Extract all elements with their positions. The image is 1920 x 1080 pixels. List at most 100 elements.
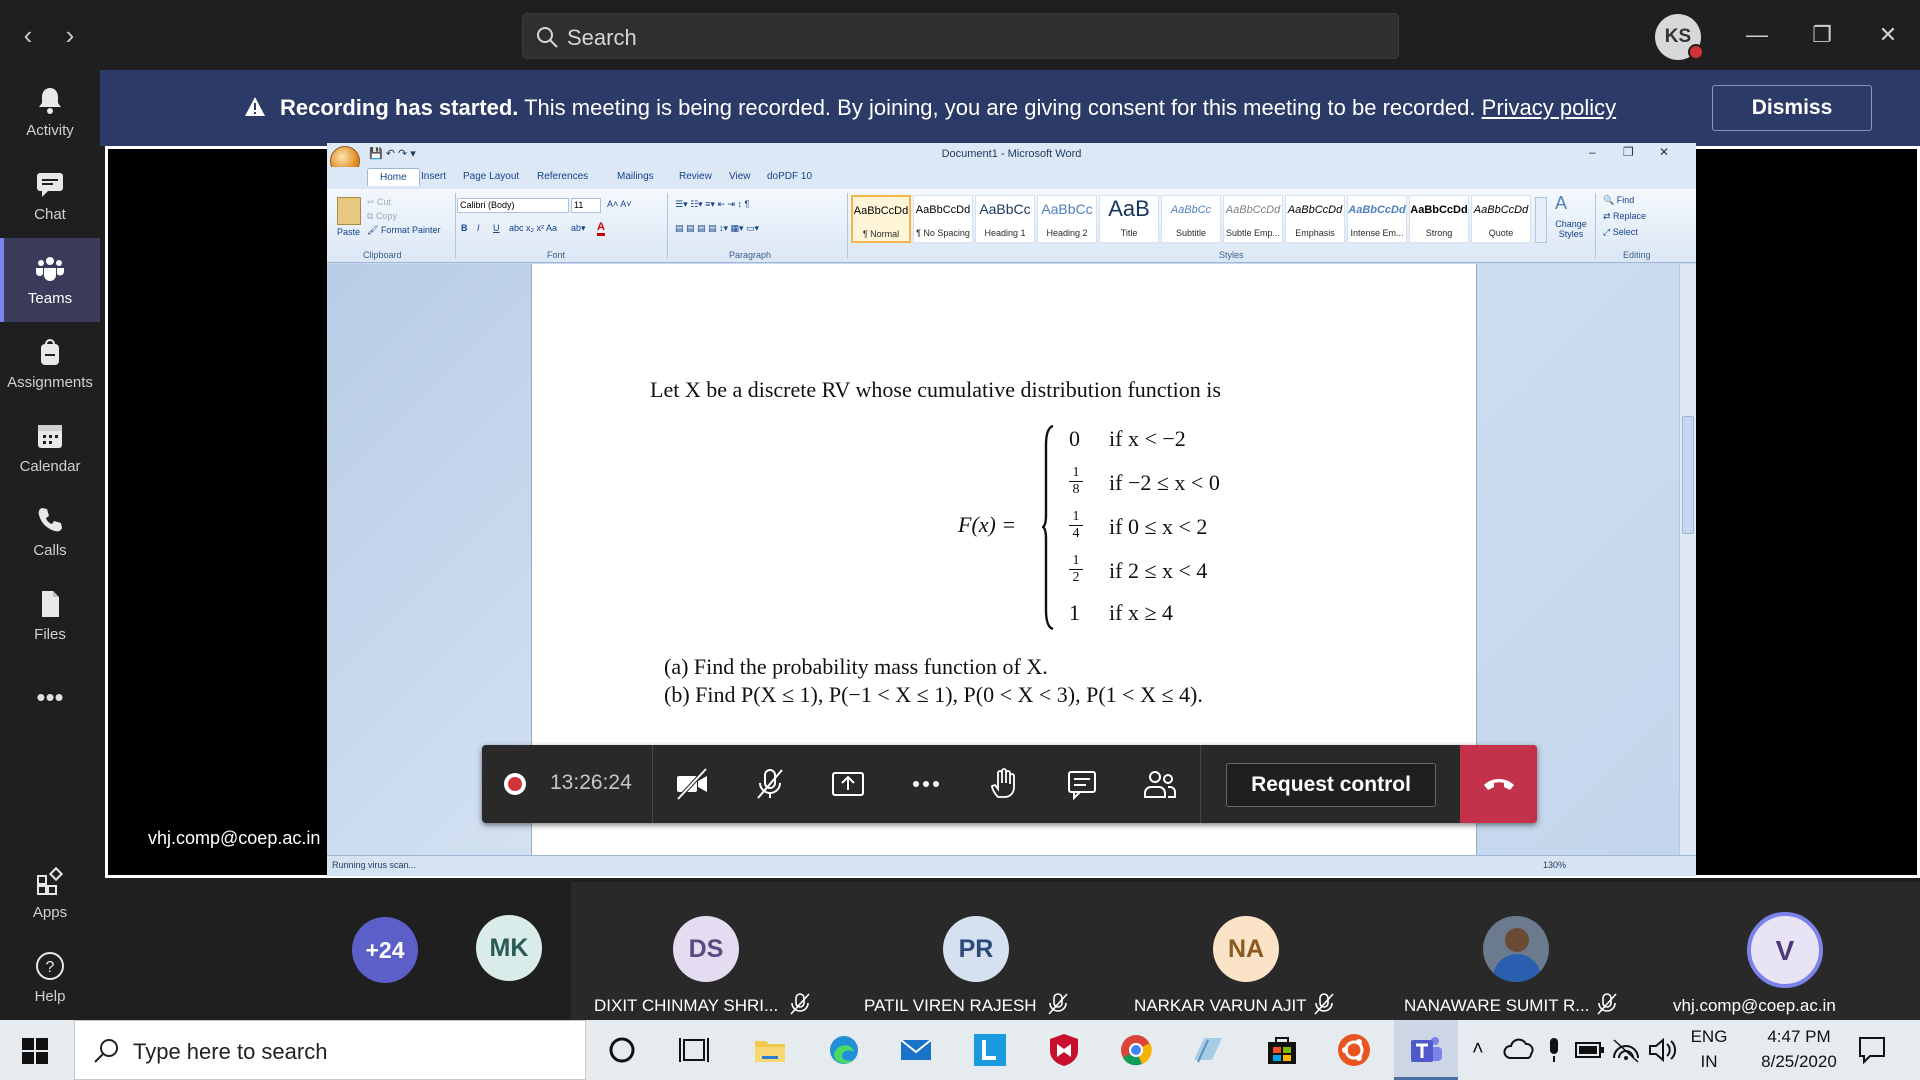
rail-item-apps[interactable]: Apps — [0, 852, 100, 936]
microphone-tray-icon[interactable] — [1536, 1032, 1572, 1068]
highlight-button[interactable]: ab▾ — [571, 223, 586, 234]
style-quote[interactable]: AaBbCcDd Quote — [1471, 195, 1531, 243]
privacy-policy-link[interactable]: Privacy policy — [1482, 95, 1616, 120]
back-arrow-icon[interactable]: ‹ — [16, 22, 40, 48]
style-normal[interactable]: AaBbCcDd ¶ Normal — [851, 195, 911, 243]
underline-button[interactable]: U — [493, 223, 500, 233]
participant-tile-self[interactable]: V vhj.comp@coep.ac.in — [1651, 882, 1920, 1020]
style-no-spacing[interactable]: AaBbCcDd ¶ No Spacing — [913, 195, 973, 243]
word-minimize-icon[interactable]: – — [1589, 145, 1596, 159]
select-button[interactable]: ⤢ Select — [1603, 227, 1638, 238]
more-apps-button[interactable]: ••• — [0, 658, 100, 742]
quick-access-toolbar[interactable]: 💾 ↶ ↷ ▾ — [369, 147, 416, 160]
font-size-select[interactable]: 11 — [571, 198, 601, 213]
minimize-icon[interactable]: — — [1739, 18, 1775, 52]
launcher-l-icon[interactable] — [972, 1032, 1008, 1068]
rail-item-activity[interactable]: Activity — [0, 70, 100, 154]
ubuntu-icon[interactable] — [1336, 1032, 1372, 1068]
participant-tile[interactable]: NA NARKAR VARUN AJIT — [1111, 882, 1381, 1020]
share-screen-icon[interactable] — [830, 767, 866, 801]
overflow-participants[interactable]: +24 — [352, 917, 418, 983]
task-view-icon[interactable] — [676, 1032, 712, 1068]
tab-page-layout[interactable]: Page Layout — [463, 171, 519, 182]
rail-item-assignments[interactable]: Assignments — [0, 322, 100, 406]
find-button[interactable]: 🔍 Find — [1603, 195, 1634, 206]
restore-icon[interactable]: ❐ — [1804, 18, 1840, 52]
style-subtitle[interactable]: AaBbCc Subtitle — [1161, 195, 1221, 243]
word-restore-icon[interactable]: ❐ — [1623, 145, 1634, 159]
participant-tile[interactable]: NANAWARE SUMIT R... — [1381, 882, 1651, 1020]
camera-off-icon[interactable] — [674, 767, 710, 801]
format-painter-button[interactable]: 🖌 Format Painter — [367, 225, 440, 236]
search-input[interactable]: Search — [522, 13, 1399, 59]
style-title[interactable]: AaB Title — [1099, 195, 1159, 243]
change-styles-button[interactable]: Change Styles — [1553, 219, 1589, 239]
participant-avatar[interactable]: MK — [476, 915, 542, 981]
close-icon[interactable]: ✕ — [1870, 18, 1906, 52]
rail-item-teams[interactable]: Teams — [0, 238, 100, 322]
cortana-icon[interactable] — [604, 1032, 640, 1068]
tab-insert[interactable]: Insert — [421, 171, 446, 182]
grow-font-button[interactable]: A˄ A˅ — [607, 199, 632, 209]
wifi-icon[interactable] — [1608, 1032, 1644, 1068]
tab-view[interactable]: View — [729, 171, 751, 182]
mic-off-icon[interactable] — [752, 767, 788, 801]
clock[interactable]: 4:47 PM 8/25/2020 — [1744, 1027, 1854, 1072]
rail-item-chat[interactable]: Chat — [0, 154, 100, 238]
mcafee-icon[interactable] — [1046, 1032, 1082, 1068]
chrome-icon[interactable] — [1118, 1032, 1154, 1068]
style-heading-2[interactable]: AaBbCc Heading 2 — [1037, 195, 1097, 243]
pdf-app-icon[interactable] — [1190, 1032, 1226, 1068]
language-indicator[interactable]: ENG IN — [1684, 1027, 1734, 1072]
dismiss-button[interactable]: Dismiss — [1712, 85, 1872, 131]
tab-home[interactable]: Home — [367, 168, 420, 186]
rail-item-calls[interactable]: Calls — [0, 490, 100, 574]
cut-button[interactable]: ✂ Cut — [367, 197, 391, 208]
tab-mailings[interactable]: Mailings — [617, 171, 654, 182]
italic-button[interactable]: I — [477, 223, 480, 233]
rail-item-help[interactable]: ? Help — [0, 936, 100, 1020]
alignment-buttons[interactable]: ▤ ▤ ▤ ▤ ↕▾ ▦▾ ▭▾ — [675, 223, 759, 234]
zoom-level[interactable]: 130% — [1543, 860, 1566, 870]
tray-overflow-icon[interactable]: ˄ — [1472, 1038, 1484, 1061]
font-name-select[interactable]: Calibri (Body) — [457, 198, 569, 213]
edge-icon[interactable] — [826, 1032, 862, 1068]
participant-tile[interactable]: DS DIXIT CHINMAY SHRI... — [571, 882, 841, 1020]
paste-icon[interactable] — [337, 197, 361, 225]
notifications-icon[interactable] — [1854, 1032, 1890, 1068]
style-heading-1[interactable]: AaBbCc Heading 1 — [975, 195, 1035, 243]
replace-button[interactable]: ⇄ Replace — [1603, 211, 1646, 222]
request-control-button[interactable]: Request control — [1226, 763, 1436, 807]
volume-icon[interactable] — [1644, 1032, 1680, 1068]
more-actions-icon[interactable] — [908, 767, 944, 801]
scroll-thumb[interactable] — [1682, 416, 1694, 534]
store-icon[interactable] — [1264, 1032, 1300, 1068]
teams-taskbar-button[interactable] — [1394, 1020, 1458, 1080]
taskbar-search-input[interactable]: Type here to search — [74, 1020, 586, 1080]
list-buttons[interactable]: ☰▾ ☷▾ ≡▾ ⇤ ⇥ ↕ ¶ — [675, 199, 749, 210]
rail-item-files[interactable]: Files — [0, 574, 100, 658]
tab-dopdf[interactable]: doPDF 10 — [767, 171, 812, 182]
meeting-chat-icon[interactable] — [1064, 767, 1100, 801]
tab-references[interactable]: References — [537, 171, 588, 182]
copy-button[interactable]: ⧉ Copy — [367, 211, 397, 222]
style-intense-emphasis[interactable]: AaBbCcDd Intense Em... — [1347, 195, 1407, 243]
rail-item-calendar[interactable]: Calendar — [0, 406, 100, 490]
tab-review[interactable]: Review — [679, 171, 712, 182]
mail-icon[interactable] — [898, 1032, 934, 1068]
bold-button[interactable]: B — [461, 223, 468, 233]
font-format-buttons[interactable]: abc x₂ x² Aa — [509, 223, 557, 233]
forward-arrow-icon[interactable]: › — [58, 22, 82, 48]
leave-call-button[interactable] — [1460, 745, 1537, 823]
participant-tile[interactable]: PR PATIL VIREN RAJESH — [841, 882, 1111, 1020]
file-explorer-icon[interactable] — [752, 1032, 788, 1068]
battery-icon[interactable] — [1572, 1032, 1608, 1068]
style-subtle-emphasis[interactable]: AaBbCcDd Subtle Emp... — [1223, 195, 1283, 243]
raise-hand-icon[interactable] — [986, 767, 1022, 801]
styles-scroll[interactable] — [1535, 197, 1547, 243]
paste-button[interactable]: Paste — [337, 227, 360, 237]
onedrive-icon[interactable] — [1502, 1032, 1538, 1068]
participants-icon[interactable] — [1142, 767, 1178, 801]
style-emphasis[interactable]: AaBbCcDd Emphasis — [1285, 195, 1345, 243]
font-color-button[interactable]: A — [597, 221, 605, 236]
